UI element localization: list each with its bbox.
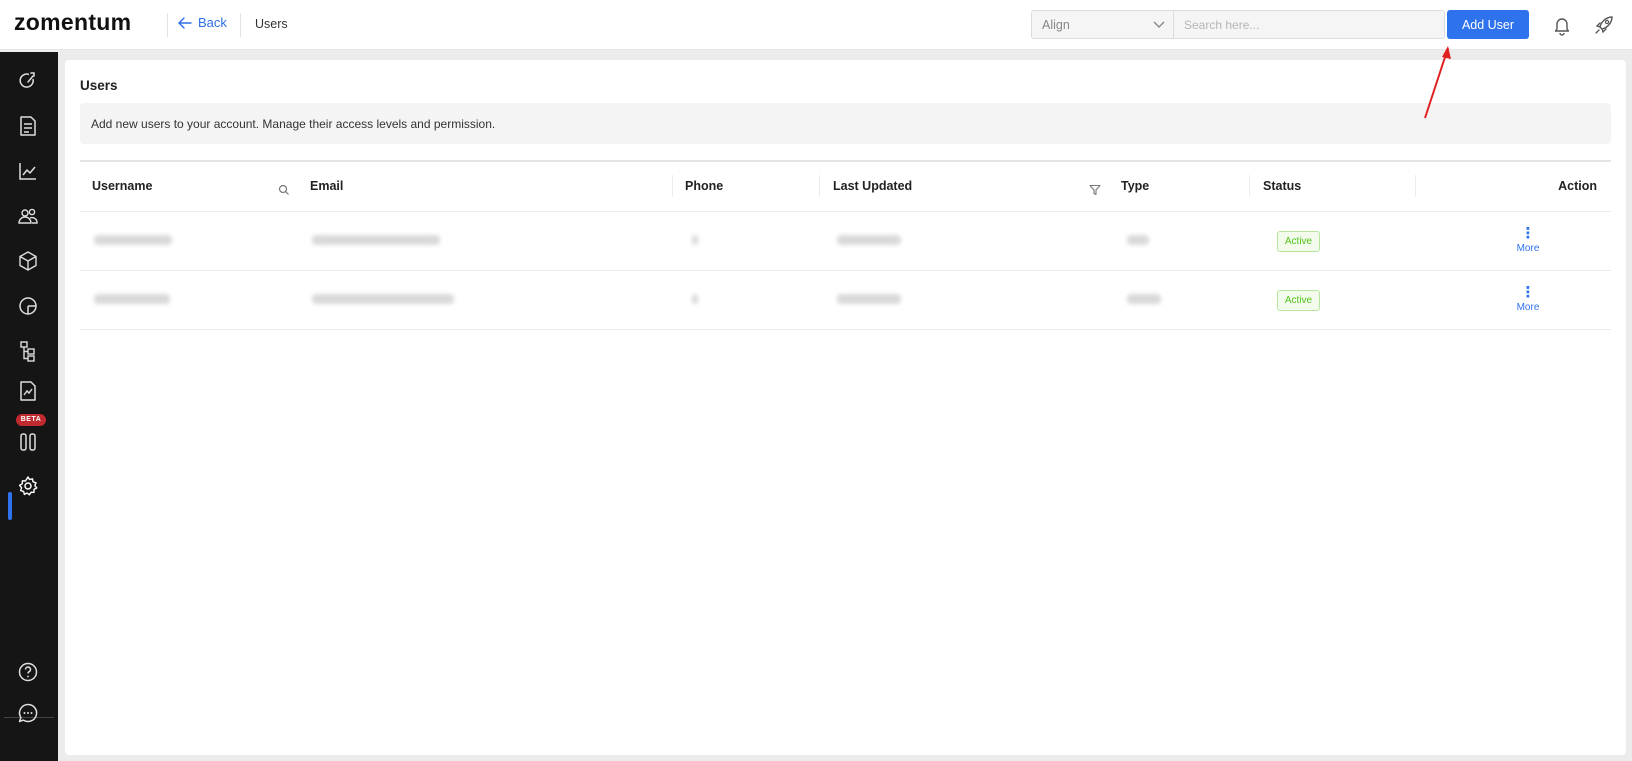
sidebar-item-pipeline[interactable]: [15, 429, 41, 455]
email-cell-redacted: [312, 294, 454, 304]
workflow-icon: [20, 341, 35, 362]
settings-icon: [18, 476, 38, 496]
filter-icon[interactable]: [1089, 184, 1101, 196]
table-row[interactable]: Active ⋮ More: [80, 212, 1611, 271]
more-button[interactable]: ⋮ More: [1508, 225, 1548, 254]
active-indicator: [8, 492, 12, 520]
sidebar-item-templates[interactable]: [15, 378, 41, 404]
sidebar-item-workflow[interactable]: [15, 338, 41, 364]
sidebar-item-dashboard[interactable]: [15, 68, 41, 94]
username-cell-redacted: [94, 294, 170, 304]
column-divider: [819, 175, 820, 197]
divider: [167, 13, 168, 37]
chevron-down-icon: [1153, 21, 1165, 28]
logo[interactable]: zomentum: [14, 9, 131, 36]
description-text: Add new users to your account. Manage th…: [91, 117, 496, 131]
rocket-icon[interactable]: [1593, 14, 1615, 36]
col-status: Status: [1263, 179, 1302, 193]
date-cell-redacted: [837, 294, 901, 304]
table-row[interactable]: Active ⋮ More: [80, 271, 1611, 330]
more-label: More: [1516, 302, 1540, 313]
col-username: Username: [92, 179, 153, 193]
search-icon[interactable]: [278, 184, 290, 196]
breadcrumb: Users: [255, 17, 288, 31]
users-table: Username Email Phone Last Updated Type S…: [80, 160, 1611, 330]
sidebar-item-documents[interactable]: [15, 113, 41, 139]
sidebar-item-products[interactable]: [15, 248, 41, 274]
col-email: Email: [310, 179, 344, 193]
search-input[interactable]: [1174, 11, 1444, 38]
status-badge: Active: [1277, 290, 1320, 311]
pipeline-icon: [20, 433, 36, 451]
phone-cell-redacted: [692, 235, 698, 245]
dashboard-icon: [19, 72, 35, 88]
phone-cell-redacted: [692, 294, 698, 304]
col-phone: Phone: [685, 179, 724, 193]
column-divider: [1249, 175, 1250, 197]
more-button[interactable]: ⋮ More: [1508, 284, 1548, 313]
help-icon: [18, 662, 38, 682]
sidebar-item-help[interactable]: [15, 659, 41, 685]
main-panel: Users Add new users to your account. Man…: [65, 60, 1626, 755]
chat-icon: [18, 703, 38, 723]
analytics-icon: [19, 163, 36, 180]
sidebar-item-chat[interactable]: [15, 700, 41, 726]
date-cell-redacted: [837, 235, 901, 245]
col-last-updated: Last Updated: [833, 179, 913, 193]
add-user-button[interactable]: Add User: [1447, 10, 1529, 39]
top-bar: zomentum Back Users Align Add User: [0, 0, 1632, 50]
status-badge: Active: [1277, 231, 1320, 252]
more-label: More: [1516, 243, 1540, 254]
table-header: Username Email Phone Last Updated Type S…: [80, 162, 1611, 212]
type-cell-redacted: [1127, 235, 1149, 245]
page-title: Users: [80, 78, 118, 93]
back-label: Back: [198, 15, 227, 30]
divider: [240, 13, 241, 37]
reports-icon: [19, 297, 37, 315]
sidebar-item-clients[interactable]: [15, 203, 41, 229]
select-value: Align: [1042, 17, 1070, 32]
column-divider: [672, 175, 673, 197]
bell-icon[interactable]: [1551, 14, 1573, 36]
col-action: Action: [1558, 179, 1597, 193]
back-button[interactable]: Back: [178, 15, 227, 30]
sidebar: BETA: [0, 52, 58, 761]
clients-icon: [18, 208, 38, 224]
more-vertical-icon: ⋮: [1520, 225, 1536, 242]
documents-icon: [20, 116, 36, 136]
templates-icon: [20, 381, 36, 401]
username-cell-redacted: [94, 235, 172, 245]
type-cell-redacted: [1127, 294, 1161, 304]
sidebar-item-analytics[interactable]: [15, 158, 41, 184]
search-scope-select[interactable]: Align: [1031, 10, 1174, 39]
col-type: Type: [1121, 179, 1150, 193]
sidebar-item-reports[interactable]: [15, 293, 41, 319]
page-description: Add new users to your account. Manage th…: [80, 103, 1611, 144]
beta-badge: BETA: [16, 414, 46, 426]
products-icon: [19, 251, 37, 271]
more-vertical-icon: ⋮: [1520, 284, 1536, 301]
arrow-left-icon: [178, 16, 192, 29]
search-field: [1174, 10, 1445, 39]
annotation-arrow: [1424, 46, 1451, 119]
email-cell-redacted: [312, 235, 440, 245]
column-divider: [1415, 175, 1416, 197]
sidebar-item-settings[interactable]: [15, 473, 41, 499]
